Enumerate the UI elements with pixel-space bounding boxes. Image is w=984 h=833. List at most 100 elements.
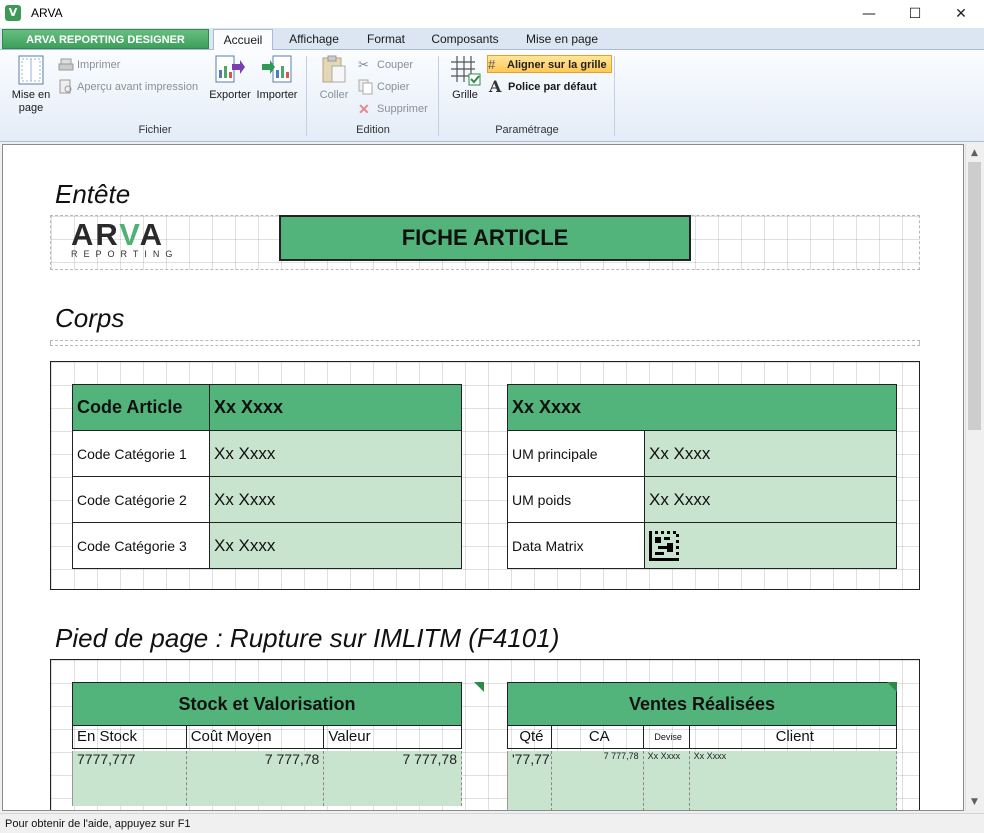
report-canvas[interactable]: Entête ARVA REPORTING FICHE ARTICLE Corp… xyxy=(2,144,964,811)
ventes-cell: Xx Xxxx xyxy=(690,751,897,810)
row-label: Code Catégorie 1 xyxy=(72,430,210,477)
scrollbar-thumb[interactable] xyxy=(968,162,981,430)
column-header: En Stock xyxy=(73,726,187,748)
code-article-header: Code Article xyxy=(72,384,210,431)
app-icon: V xyxy=(5,5,21,21)
logo-subtext: REPORTING xyxy=(71,249,179,259)
import-icon xyxy=(262,55,292,83)
supprimer-label: Supprimer xyxy=(377,103,428,115)
exporter-button[interactable]: Exporter xyxy=(207,54,253,102)
apercu-button[interactable]: Aperçu avant impression xyxy=(58,78,198,96)
scroll-down-icon[interactable]: ▼ xyxy=(966,794,983,810)
row-label: Code Catégorie 2 xyxy=(72,476,210,523)
mise-en-page-label: Mise en page xyxy=(11,89,51,114)
ribbon-separator xyxy=(614,56,615,136)
column-header: Valeur xyxy=(324,726,462,748)
stock-cell: 7 777,78 xyxy=(187,751,325,806)
align-grid-icon: # xyxy=(488,57,496,73)
copy-icon xyxy=(358,79,373,95)
close-button[interactable]: ✕ xyxy=(938,0,984,28)
column-header: Devise xyxy=(644,726,690,748)
mise-en-page-button[interactable]: Mise en page xyxy=(8,54,54,115)
data-matrix-cell xyxy=(644,522,897,569)
tab-composants[interactable]: Composants xyxy=(425,29,505,50)
code-article-value: Xx Xxxx xyxy=(209,384,462,431)
stock-cell: 7777,777 xyxy=(73,751,187,806)
ventes-cell: '77,777 xyxy=(508,751,552,810)
table-row: Code Article Xx Xxxx xyxy=(72,384,462,431)
row-value: Xx Xxxx xyxy=(209,476,462,523)
column-header: Client xyxy=(690,726,897,748)
maximize-button[interactable]: ☐ xyxy=(892,0,938,28)
ribbon-separator xyxy=(438,56,439,136)
imprimer-label: Imprimer xyxy=(77,59,121,71)
table-row: Code Catégorie 1 Xx Xxxx xyxy=(72,430,462,477)
article-left-table[interactable]: Code Article Xx Xxxx Code Catégorie 1 Xx… xyxy=(72,384,462,569)
ventes-table-corner-marker xyxy=(887,682,897,692)
table-row: UM principale Xx Xxxx xyxy=(507,430,897,477)
row-value: Xx Xxxx xyxy=(644,430,897,477)
ribbon-tab-row: ARVA REPORTING DESIGNER Accueil Affichag… xyxy=(0,28,984,51)
group-label-fichier: Fichier xyxy=(138,124,172,136)
window-title: ARVA xyxy=(31,6,63,20)
table-row: Xx Xxxx xyxy=(507,384,897,431)
article-right-table[interactable]: Xx Xxxx UM principale Xx Xxxx UM poids X… xyxy=(507,384,897,569)
imprimer-button[interactable]: Imprimer xyxy=(58,56,120,74)
group-label-edition: Edition xyxy=(356,124,390,136)
row-label: UM poids xyxy=(507,476,645,523)
grille-label: Grille xyxy=(452,89,478,101)
corps-separator-band xyxy=(50,340,920,346)
status-bar: Pour obtenir de l'aide, appuyez sur F1 xyxy=(0,813,984,833)
tab-accueil[interactable]: Accueil xyxy=(213,29,273,51)
police-defaut-button[interactable]: A Police par défaut xyxy=(489,78,597,96)
export-icon xyxy=(215,55,245,83)
copier-label: Copier xyxy=(377,81,410,93)
table-row: UM poids Xx Xxxx xyxy=(507,476,897,523)
grille-button[interactable]: Grille xyxy=(446,54,484,102)
couper-button[interactable]: ✂ Couper xyxy=(358,56,413,74)
ventes-cell: Xx Xxxx xyxy=(644,751,690,810)
police-label: Police par défaut xyxy=(508,81,597,93)
ventes-table-columns: Qté CA Devise Client xyxy=(507,726,897,749)
minimize-button[interactable]: — xyxy=(846,0,892,28)
data-matrix-icon xyxy=(649,530,679,561)
stock-table-corner-marker xyxy=(474,682,484,692)
row-label: Code Catégorie 3 xyxy=(72,522,210,569)
app-menu-button[interactable]: ARVA REPORTING DESIGNER xyxy=(2,29,209,49)
stock-table-columns: En Stock Coût Moyen Valeur xyxy=(72,726,462,749)
stock-cell: 7 777,78 xyxy=(324,751,462,806)
supprimer-button[interactable]: ✕ Supprimer xyxy=(358,100,428,118)
page-layout-icon xyxy=(18,55,44,85)
row-label: UM principale xyxy=(507,430,645,477)
scissors-icon: ✂ xyxy=(358,57,369,73)
group-label-parametrage: Paramétrage xyxy=(495,124,559,136)
tab-mise-en-page[interactable]: Mise en page xyxy=(520,29,604,50)
tab-affichage[interactable]: Affichage xyxy=(281,29,347,50)
logo-text: ARVA xyxy=(71,217,164,252)
print-preview-icon xyxy=(59,79,72,94)
exporter-label: Exporter xyxy=(209,89,251,101)
column-header: CA xyxy=(552,726,644,748)
copier-button[interactable]: Copier xyxy=(358,78,409,96)
apercu-label: Aperçu avant impression xyxy=(77,81,199,93)
ribbon-separator xyxy=(306,56,307,136)
ventes-cell: 7 777,78 xyxy=(552,751,644,810)
aligner-grille-button[interactable]: # Aligner sur la grille xyxy=(487,55,612,73)
row-value: Xx Xxxx xyxy=(209,430,462,477)
scroll-up-icon[interactable]: ▲ xyxy=(966,145,983,161)
paste-icon xyxy=(322,55,346,83)
table-row: Code Catégorie 2 Xx Xxxx xyxy=(72,476,462,523)
tab-format[interactable]: Format xyxy=(360,29,412,50)
fiche-article-title[interactable]: FICHE ARTICLE xyxy=(279,215,691,261)
importer-label: Importer xyxy=(256,89,298,101)
font-icon: A xyxy=(489,77,502,97)
row-value: Xx Xxxx xyxy=(209,522,462,569)
vertical-scrollbar[interactable]: ▲ ▼ xyxy=(965,144,982,811)
column-header: Qté xyxy=(508,726,552,748)
printer-icon xyxy=(58,58,74,71)
coller-button[interactable]: Coller xyxy=(314,54,354,102)
stock-table-row: 7777,777 7 777,78 7 777,78 xyxy=(72,751,462,806)
row-label: Data Matrix xyxy=(507,522,645,569)
importer-button[interactable]: Importer xyxy=(254,54,300,102)
row-value: Xx Xxxx xyxy=(644,476,897,523)
